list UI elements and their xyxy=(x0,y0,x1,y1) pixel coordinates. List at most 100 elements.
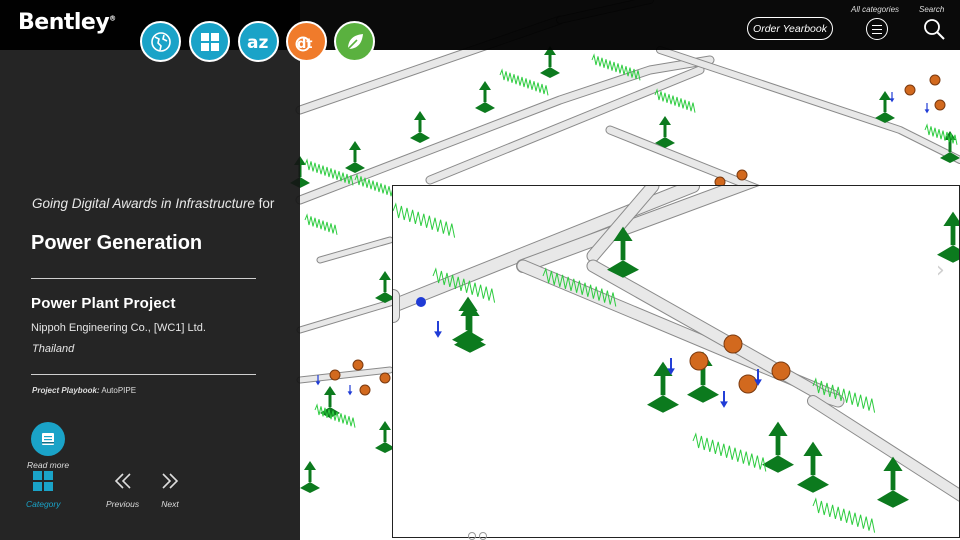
pipe-support xyxy=(383,280,387,292)
pipe-support xyxy=(304,461,316,470)
pipe-support xyxy=(883,100,887,112)
pipe-support xyxy=(663,125,667,137)
pipe xyxy=(297,297,403,333)
company-name: Nippoh Engineering Co., [WC1] Ltd. xyxy=(31,322,206,334)
spring-hanger xyxy=(314,403,356,428)
next-button[interactable]: Next xyxy=(160,471,180,509)
pipe xyxy=(808,396,959,501)
valve xyxy=(736,169,748,181)
divider xyxy=(31,278,256,279)
pipe-support-base xyxy=(410,132,430,143)
award-subtitle: Going Digital Awards in Infrastructure f… xyxy=(32,195,282,213)
gallery-next-arrow[interactable]: › xyxy=(936,258,945,283)
pipe-support xyxy=(659,116,671,125)
playbook-value: AutoPIPE xyxy=(101,386,137,395)
previous-button[interactable]: Previous xyxy=(106,471,139,509)
menu-icon-bar xyxy=(872,28,882,30)
country-name: Thailand xyxy=(32,343,75,355)
pipe-support xyxy=(943,211,959,226)
search-icon[interactable] xyxy=(922,17,946,41)
all-categories-button[interactable] xyxy=(866,18,888,40)
category-digital-twin-button[interactable]: dt xyxy=(286,21,327,62)
load-arrow xyxy=(889,98,895,103)
category-title: Power Generation xyxy=(31,232,203,254)
pipe xyxy=(317,237,393,263)
pipe-model-zoom-drawing xyxy=(393,186,959,533)
pipe-support-base xyxy=(877,490,909,508)
spring-hanger xyxy=(304,213,338,235)
category-button[interactable]: Category xyxy=(26,471,61,509)
menu-icon-bar xyxy=(872,32,882,34)
pipe-support-base xyxy=(475,102,495,113)
award-subtitle-italic: Going Digital Awards in Infrastructure xyxy=(32,196,255,211)
az-icon-text: az xyxy=(247,33,268,53)
pipe-support-base xyxy=(797,475,829,493)
pipe-support-base xyxy=(647,395,679,413)
load-arrow xyxy=(347,391,353,396)
spring-hanger xyxy=(812,497,876,533)
spring-hanger xyxy=(499,68,549,96)
pipe-support-base xyxy=(540,67,560,78)
all-categories-label: All categories xyxy=(851,5,900,14)
previous-label: Previous xyxy=(106,499,140,509)
pipe-support xyxy=(950,226,956,246)
pipe xyxy=(587,260,844,407)
valve xyxy=(771,361,791,381)
category-grid-button[interactable] xyxy=(189,21,230,62)
spring-hanger xyxy=(692,432,767,472)
valve xyxy=(738,374,758,394)
pipe-support xyxy=(349,141,361,150)
category-az-button[interactable]: az xyxy=(238,21,279,62)
logo-trademark: ® xyxy=(109,14,116,23)
valve xyxy=(929,74,941,86)
pipe-support xyxy=(879,91,891,100)
project-title: Power Plant Project xyxy=(31,295,176,312)
pipe-support xyxy=(324,386,336,395)
category-label: Category xyxy=(26,499,61,509)
leaf-icon xyxy=(346,33,363,50)
pipe-support xyxy=(383,430,387,442)
gallery-dot[interactable] xyxy=(479,532,487,540)
info-panel: Going Digital Awards in Infrastructure f… xyxy=(0,0,300,540)
valve xyxy=(904,84,916,96)
next-label: Next xyxy=(161,499,179,509)
valve xyxy=(689,351,709,371)
load-arrow xyxy=(720,401,728,408)
valve xyxy=(359,384,371,396)
node-marker xyxy=(416,297,426,307)
double-chevron-left-icon xyxy=(114,473,131,489)
pipe-support xyxy=(379,421,391,430)
load-arrow xyxy=(315,381,321,386)
pipe-support xyxy=(548,55,552,67)
pipe xyxy=(657,47,960,163)
pipe-support-base xyxy=(300,482,320,493)
project-playbook[interactable]: Project Playbook: AutoPIPE xyxy=(32,386,136,395)
book-icon xyxy=(42,433,54,445)
grid-icon xyxy=(200,32,219,51)
pipe-support xyxy=(660,376,666,396)
category-sustainability-button[interactable] xyxy=(334,21,375,62)
valve xyxy=(379,372,391,384)
gallery-dot[interactable] xyxy=(468,532,476,540)
logo-text: Bentley xyxy=(18,10,110,35)
pipe-support xyxy=(775,436,781,456)
spring-hanger xyxy=(354,173,396,198)
read-more-label[interactable]: Read more xyxy=(27,460,69,470)
pipe-support xyxy=(379,271,391,280)
gallery-dots[interactable] xyxy=(468,527,490,540)
bentley-logo[interactable]: Bentley® xyxy=(18,10,116,35)
digital-twin-icon: dt xyxy=(295,36,312,52)
spring-hanger xyxy=(654,88,696,113)
order-yearbook-button[interactable]: Order Yearbook xyxy=(747,17,833,40)
pipe-support xyxy=(890,471,896,491)
pipe-support xyxy=(418,120,422,132)
menu-icon-bar xyxy=(872,24,882,26)
pipe-support xyxy=(483,90,487,102)
pipe-support-base xyxy=(762,455,794,473)
category-globe-button[interactable] xyxy=(140,21,181,62)
read-more-button[interactable] xyxy=(31,422,65,456)
globe-icon xyxy=(150,31,171,52)
double-chevron-right-icon xyxy=(162,473,179,489)
search-label: Search xyxy=(919,5,945,14)
pipe xyxy=(393,186,699,312)
